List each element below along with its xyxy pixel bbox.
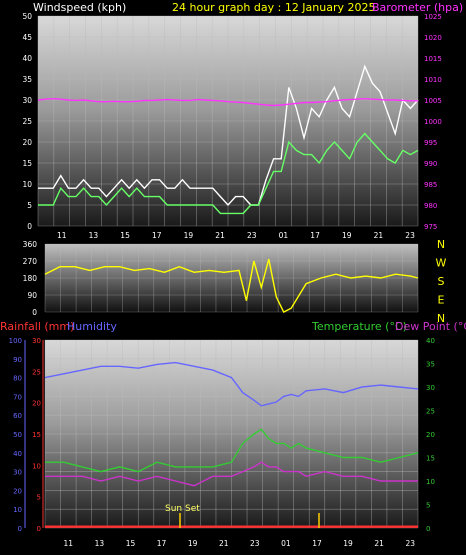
y-tick-label-humidity: 30 bbox=[13, 469, 22, 477]
y-tick-label-humidity: 50 bbox=[13, 431, 22, 439]
y-tick-label-dir: 270 bbox=[23, 257, 38, 266]
y-tick-label-wind: 10 bbox=[22, 180, 32, 189]
barometer-title: Barometer (hpa) bbox=[372, 1, 463, 14]
x-tick-label: 21 bbox=[215, 231, 225, 240]
x-tick-label: 23 bbox=[405, 231, 415, 240]
direction-letter: W bbox=[436, 257, 447, 270]
temperature-label: Temperature (°C) bbox=[311, 320, 407, 333]
x-tick-label: 17 bbox=[310, 231, 320, 240]
windspeed-title: Windspeed (kph) bbox=[33, 1, 126, 14]
x-tick-label: 17 bbox=[312, 539, 322, 548]
y-tick-label-rain: 20 bbox=[32, 400, 41, 408]
y-tick-label-wind: 35 bbox=[22, 75, 32, 84]
y-tick-label-baro: 1010 bbox=[424, 76, 442, 84]
y-tick-label-rain: 15 bbox=[32, 431, 41, 439]
x-tick-label: 13 bbox=[95, 539, 105, 548]
y-tick-label-dir: 90 bbox=[27, 291, 37, 300]
y-tick-label-humidity: 100 bbox=[9, 337, 22, 345]
y-tick-label-dir: 180 bbox=[23, 274, 38, 283]
y-tick-label-temp: 15 bbox=[426, 455, 435, 463]
direction-letter: E bbox=[438, 294, 445, 307]
y-tick-label-temp: 5 bbox=[426, 502, 430, 510]
x-tick-label: 23 bbox=[405, 539, 415, 548]
y-tick-label-temp: 10 bbox=[426, 478, 435, 486]
y-tick-label-rain: 5 bbox=[37, 494, 41, 502]
y-tick-label-humidity: 0 bbox=[18, 525, 22, 533]
x-tick-label: 19 bbox=[188, 539, 198, 548]
y-tick-label-temp: 30 bbox=[426, 384, 435, 392]
y-tick-label-humidity: 90 bbox=[13, 356, 22, 364]
y-tick-label-baro: 985 bbox=[424, 181, 437, 189]
y-tick-label-baro: 1005 bbox=[424, 97, 442, 105]
y-tick-label-dir: 360 bbox=[23, 240, 38, 249]
x-tick-label: 13 bbox=[89, 231, 99, 240]
y-tick-label-wind: 5 bbox=[27, 201, 32, 210]
x-tick-label: 11 bbox=[64, 539, 74, 548]
y-tick-label-humidity: 20 bbox=[13, 487, 22, 495]
y-tick-label-wind: 25 bbox=[22, 117, 32, 126]
graph-day-title: 24 hour graph day : 12 January 2025 bbox=[172, 1, 376, 14]
y-tick-label-baro: 1025 bbox=[424, 13, 442, 21]
y-tick-label-wind: 40 bbox=[22, 54, 32, 63]
y-tick-label-temp: 0 bbox=[426, 525, 430, 533]
y-tick-label-rain: 10 bbox=[32, 462, 41, 470]
y-tick-label-temp: 35 bbox=[426, 361, 435, 369]
y-tick-label-baro: 980 bbox=[424, 202, 437, 210]
x-tick-label: 19 bbox=[343, 539, 353, 548]
y-tick-label-wind: 45 bbox=[22, 33, 32, 42]
y-tick-label-wind: 30 bbox=[22, 96, 32, 105]
y-tick-label-temp: 40 bbox=[426, 337, 435, 345]
x-tick-label: 15 bbox=[126, 539, 136, 548]
weather-graph: Windspeed (kph) 24 hour graph day : 12 J… bbox=[0, 1, 466, 548]
x-tick-label: 15 bbox=[120, 231, 130, 240]
y-tick-label-humidity: 70 bbox=[13, 393, 22, 401]
x-tick-label: 21 bbox=[374, 539, 384, 548]
x-tick-label: 21 bbox=[374, 231, 384, 240]
x-tick-label: 23 bbox=[250, 539, 260, 548]
rainfall-label: Rainfall (mm) bbox=[0, 320, 74, 333]
x-tick-label: 01 bbox=[279, 231, 289, 240]
direction-letter: S bbox=[438, 275, 445, 288]
y-tick-label-baro: 990 bbox=[424, 160, 437, 168]
y-tick-label-rain: 30 bbox=[32, 337, 41, 345]
sunset-label: Sun Set bbox=[165, 504, 200, 514]
direction-letter: N bbox=[437, 238, 445, 251]
y-tick-label-baro: 995 bbox=[424, 139, 437, 147]
y-tick-label-wind: 15 bbox=[22, 159, 32, 168]
y-tick-label-temp: 25 bbox=[426, 408, 435, 416]
x-tick-label: 23 bbox=[247, 231, 257, 240]
y-tick-label-baro: 1000 bbox=[424, 118, 442, 126]
y-tick-label-humidity: 10 bbox=[13, 506, 22, 514]
x-tick-label: 17 bbox=[157, 539, 167, 548]
y-tick-label-humidity: 40 bbox=[13, 450, 22, 458]
y-tick-label-temp: 20 bbox=[426, 431, 435, 439]
y-tick-label-humidity: 60 bbox=[13, 412, 22, 420]
y-tick-label-wind: 50 bbox=[22, 12, 32, 21]
y-tick-label-rain: 0 bbox=[37, 525, 41, 533]
x-tick-label: 11 bbox=[57, 231, 67, 240]
y-tick-label-wind: 20 bbox=[22, 138, 32, 147]
x-tick-label: 19 bbox=[342, 231, 352, 240]
x-tick-label: 21 bbox=[219, 539, 229, 548]
x-tick-label: 19 bbox=[184, 231, 194, 240]
x-tick-label: 17 bbox=[152, 231, 162, 240]
humidity-label: Humidity bbox=[67, 320, 117, 333]
y-tick-label-baro: 975 bbox=[424, 223, 437, 231]
x-tick-label: 01 bbox=[281, 539, 291, 548]
y-tick-label-baro: 1020 bbox=[424, 34, 442, 42]
dewpoint-label: Dew Point (°C) bbox=[395, 320, 466, 333]
y-tick-label-humidity: 80 bbox=[13, 375, 22, 383]
y-tick-label-dir: 0 bbox=[32, 308, 37, 317]
y-tick-label-baro: 1015 bbox=[424, 55, 442, 63]
y-tick-label-wind: 0 bbox=[27, 222, 32, 231]
y-tick-label-rain: 25 bbox=[32, 368, 41, 376]
